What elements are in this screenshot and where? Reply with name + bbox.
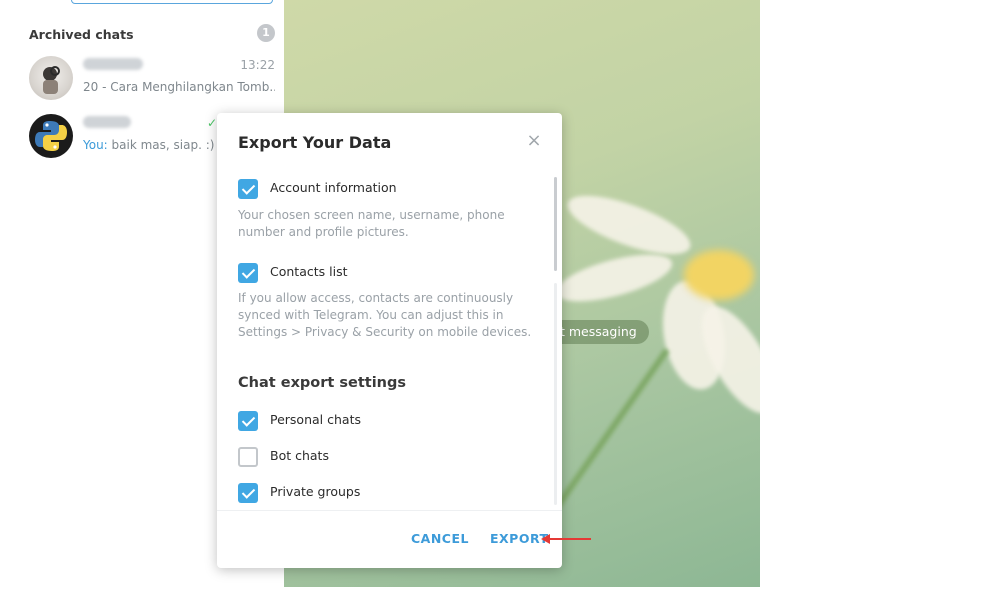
chat-list-item[interactable]: 13:22 20 - Cara Menghilangkan Tomb...	[29, 56, 275, 102]
archived-chats-header[interactable]: Archived chats 1	[29, 24, 275, 42]
cancel-button[interactable]: CANCEL	[411, 531, 469, 546]
dialog-body: Account information Your chosen screen n…	[217, 169, 562, 509]
you-label: You:	[83, 138, 108, 152]
export-button[interactable]: EXPORT	[490, 531, 549, 546]
flower-petal	[561, 183, 697, 267]
checkbox-checked[interactable]	[238, 411, 258, 431]
scrollbar-thumb[interactable]	[554, 177, 557, 271]
flower-center	[684, 250, 754, 300]
account-information-description: Your chosen screen name, username, phone…	[238, 208, 505, 239]
option-label: Personal chats	[270, 412, 361, 427]
contacts-list-description: If you allow access, contacts are contin…	[238, 291, 532, 339]
option-label: Contacts list	[270, 264, 348, 279]
option-label: Bot chats	[270, 448, 329, 463]
export-data-dialog: Export Your Data × Account information Y…	[217, 113, 562, 568]
search-input[interactable]	[71, 0, 273, 4]
archived-chats-title: Archived chats	[29, 27, 134, 42]
section-title: Chat export settings	[238, 375, 407, 391]
scrollbar-track[interactable]	[554, 283, 557, 505]
chat-name-blurred	[83, 116, 131, 128]
checkbox-unchecked[interactable]	[238, 447, 258, 467]
annotation-arrow-line	[548, 538, 591, 540]
chat-preview: 20 - Cara Menghilangkan Tomb...	[83, 80, 275, 94]
footer-divider	[217, 510, 562, 511]
chat-preview-text: baik mas, siap. :)	[107, 138, 215, 152]
checkbox-checked[interactable]	[238, 263, 258, 283]
read-check-icon: ✓	[206, 116, 217, 130]
flower-petal	[551, 245, 677, 311]
avatar	[29, 56, 73, 100]
option-label: Private groups	[270, 484, 361, 499]
checkbox-checked[interactable]	[238, 483, 258, 503]
python-logo-icon	[29, 114, 73, 158]
chat-name-blurred	[83, 58, 143, 70]
chat-time: 13:22	[240, 58, 275, 72]
dialog-title: Export Your Data	[238, 133, 392, 152]
annotation-arrow-icon	[541, 534, 550, 544]
checkbox-checked[interactable]	[238, 179, 258, 199]
option-label: Account information	[270, 180, 397, 195]
archived-count-badge: 1	[257, 24, 275, 42]
close-icon[interactable]: ×	[524, 131, 544, 151]
